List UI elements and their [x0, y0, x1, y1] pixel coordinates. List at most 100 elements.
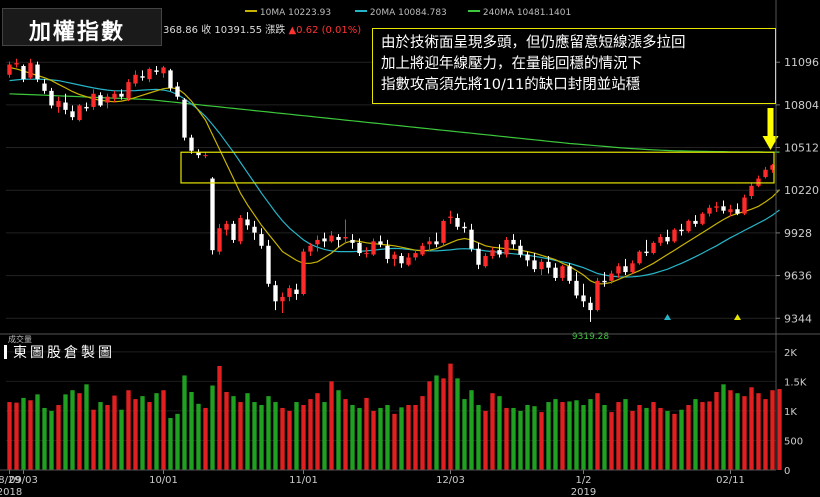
volume-bar	[413, 405, 418, 470]
volume-bar	[175, 413, 180, 470]
x-tick-label: 02/11	[716, 475, 745, 486]
candle-down	[455, 218, 460, 227]
volume-bars	[7, 363, 782, 470]
candle-down	[588, 302, 593, 311]
candle-down	[574, 280, 579, 296]
candle-down	[469, 229, 474, 249]
volume-bar	[497, 396, 502, 470]
candle-down	[476, 248, 481, 265]
candle-down	[546, 261, 551, 268]
volume-bar	[126, 390, 131, 470]
gap-box-outline	[180, 151, 775, 184]
legend-ma10: 10MA 10223.93	[245, 8, 331, 18]
candle-up	[714, 206, 719, 208]
volume-caption: 東圖股倉製圖	[4, 342, 115, 362]
chart-title: 加權指數	[29, 20, 126, 45]
volume-bar	[294, 402, 299, 470]
candle-down	[168, 70, 173, 88]
volume-bar	[693, 399, 698, 470]
candle-up	[308, 245, 313, 252]
volume-bar	[644, 407, 649, 470]
candle-up	[483, 256, 488, 267]
triangle-marker-icon	[734, 314, 741, 320]
volume-bar	[63, 394, 68, 470]
volume-tick-label: 2K	[784, 348, 797, 359]
candle-up	[427, 241, 432, 245]
candle-down	[553, 267, 558, 278]
candle-up	[133, 74, 138, 84]
candle-up	[7, 64, 12, 75]
candle-up	[56, 101, 61, 107]
legend-ma20-label: 20MA 10084.783	[369, 8, 447, 18]
volume-bar	[707, 401, 712, 470]
volume-bar	[511, 407, 516, 470]
volume-bar	[56, 405, 61, 470]
volume-bar	[462, 399, 467, 470]
volume-bar	[686, 405, 691, 470]
candle-up	[658, 237, 663, 243]
price-tick-label: 11096	[784, 56, 819, 69]
candle-down	[63, 102, 68, 110]
title-box: 加權指數	[2, 8, 162, 46]
price-tick-label: 10804	[784, 99, 819, 112]
price-tick-label: 9344	[784, 312, 812, 325]
candle-down	[175, 86, 180, 97]
candle-up	[448, 216, 453, 218]
volume-bar	[105, 405, 110, 470]
volume-bar	[406, 405, 411, 470]
candle-up	[217, 228, 222, 252]
candle-up	[749, 185, 754, 197]
volume-bar	[770, 390, 775, 470]
down-arrow-icon	[767, 108, 774, 136]
annotation-line: 由於技術面呈現多頭，但仍應留意短線漲多拉回	[381, 35, 686, 51]
annotation-box: 由於技術面呈現多頭，但仍應留意短線漲多拉回 加上將迎年線壓力，在量能回穩的情況下…	[372, 28, 776, 104]
volume-bar	[224, 392, 229, 470]
volume-bar	[700, 402, 705, 470]
candle-down	[462, 226, 467, 229]
price-tick-label: 10220	[784, 184, 819, 197]
volume-bar	[756, 393, 761, 470]
x-tick-label: 1/2	[575, 475, 591, 486]
volume-bar	[490, 393, 495, 470]
candle-up	[609, 273, 614, 281]
volume-bar	[553, 399, 558, 470]
volume-bar	[21, 397, 26, 470]
volume-bar	[378, 407, 383, 470]
volume-bar	[469, 390, 474, 470]
volume-bar	[189, 392, 194, 470]
candle-up	[686, 220, 691, 232]
volume-bar	[196, 403, 201, 470]
gridlines	[6, 61, 776, 441]
candle-up	[560, 266, 565, 278]
candle-up	[343, 237, 348, 239]
candle-up	[315, 239, 320, 245]
candle-down	[679, 229, 684, 232]
legend-ma10-label: 10MA 10223.93	[259, 8, 332, 18]
candle-down	[434, 241, 439, 245]
volume-bar	[448, 363, 453, 470]
volume-bar	[588, 399, 593, 470]
year-label: 2019	[571, 487, 596, 497]
close-label: 收	[201, 25, 212, 36]
quote-first: 368.86	[163, 25, 198, 36]
volume-bar	[623, 399, 628, 470]
volume-bar	[567, 401, 572, 470]
candle-up	[329, 235, 334, 242]
candle-up	[420, 245, 425, 255]
volume-bar	[154, 393, 159, 470]
volume-bar	[245, 393, 250, 470]
legend-swatch-icon	[468, 10, 480, 12]
volume-bar	[238, 402, 243, 470]
candle-down	[21, 66, 26, 80]
candle-up	[224, 223, 229, 230]
candle-down	[567, 266, 572, 281]
candle-up	[742, 197, 747, 214]
volume-bar	[350, 405, 355, 470]
candle-up	[595, 280, 600, 311]
volume-bar	[77, 393, 82, 470]
candle-down	[665, 237, 670, 242]
candle-up	[203, 155, 208, 157]
volume-bar	[252, 402, 257, 470]
x-tick-label: 10/01	[149, 475, 178, 486]
volume-bar	[112, 395, 117, 470]
